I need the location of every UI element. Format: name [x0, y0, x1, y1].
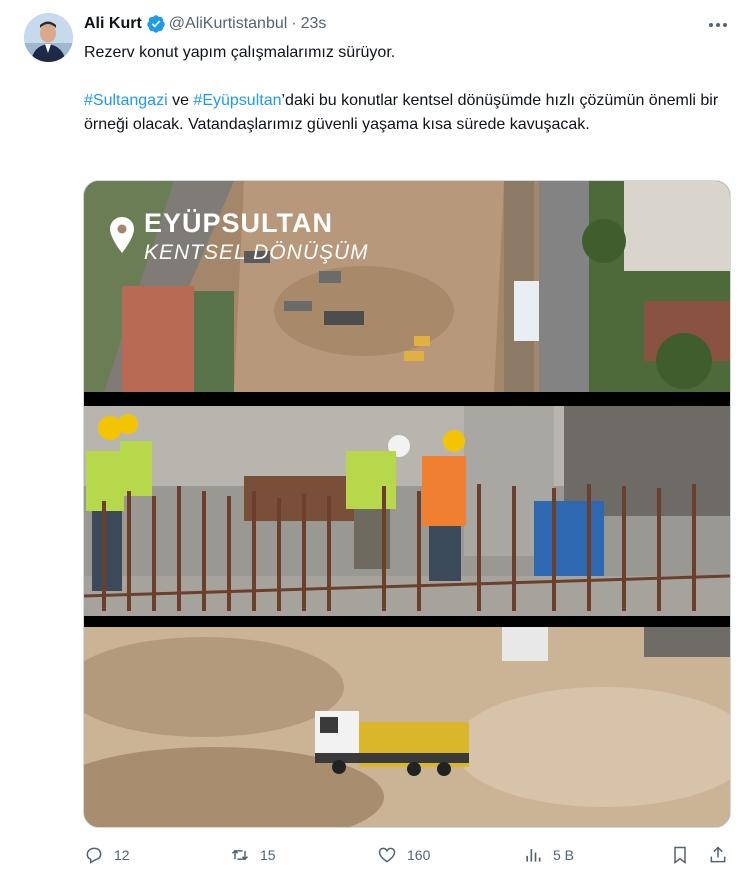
hashtag-eyupsultan[interactable]: #Eyüpsultan: [193, 92, 281, 109]
like-icon: [378, 847, 396, 863]
avatar[interactable]: [24, 13, 73, 62]
location-pin-icon: [109, 216, 135, 259]
like-count: 160: [407, 847, 431, 863]
tweet-line-1: Rezerv konut yapım çalışmalarımız sürüyo…: [84, 44, 396, 61]
share-icon: [710, 846, 726, 863]
views-count: 5 B: [553, 847, 575, 863]
overlay-title: EYÜPSULTAN: [144, 208, 334, 238]
more-icon[interactable]: [706, 14, 730, 36]
reply-count: 12: [114, 847, 130, 863]
reply-button[interactable]: 12: [84, 843, 130, 867]
tweet-media[interactable]: EYÜPSULTAN KENTSEL DÖNÜŞÜM: [83, 180, 731, 828]
repost-icon: [231, 849, 249, 861]
connector-text: ve: [167, 92, 194, 109]
repost-button[interactable]: 15: [230, 843, 276, 867]
verified-badge-icon: [146, 14, 166, 34]
timestamp[interactable]: 23s: [301, 15, 327, 33]
media-aerial-site: EYÜPSULTAN KENTSEL DÖNÜŞÜM: [84, 181, 730, 392]
tweet-header: Ali Kurt @AliKurtistanbul · 23s: [84, 13, 326, 35]
bookmark-icon: [674, 846, 686, 864]
reply-icon: [86, 847, 102, 864]
bookmark-button[interactable]: [670, 843, 690, 867]
author-handle[interactable]: @AliKurtistanbul: [169, 15, 288, 33]
author-name[interactable]: Ali Kurt: [84, 15, 142, 33]
hashtag-sultangazi[interactable]: #Sultangazi: [84, 92, 168, 109]
views-icon: [526, 849, 541, 862]
media-workers-rebar: [84, 406, 730, 616]
tweet-text: Rezerv konut yapım çalışmalarımız sürüyo…: [84, 41, 724, 137]
repost-count: 15: [260, 847, 276, 863]
views-button[interactable]: 5 B: [523, 843, 574, 867]
media-dump-truck: [84, 627, 730, 827]
overlay-subtitle: KENTSEL DÖNÜŞÜM: [144, 241, 369, 264]
tweet-actions: 12 15 160 5 B: [84, 843, 734, 867]
like-button[interactable]: 160: [377, 843, 430, 867]
tweet-paragraph-2: #Sultangazi ve #Eyüpsultan’daki bu konut…: [84, 89, 724, 137]
separator-dot: ·: [291, 15, 297, 32]
share-button[interactable]: [708, 843, 728, 867]
